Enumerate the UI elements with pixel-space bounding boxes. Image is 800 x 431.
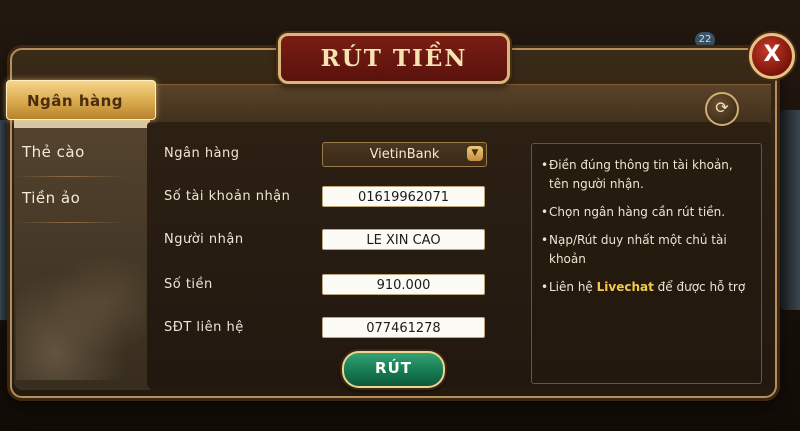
background-badge: 22 [695, 32, 715, 48]
sidebar-decoration [16, 250, 146, 380]
livechat-link[interactable]: Livechat [597, 280, 654, 294]
bank-select-value: VietinBank [369, 147, 440, 162]
tab-tien-ao[interactable]: Tiền ảo [2, 178, 138, 218]
history-button[interactable]: ⟳ [705, 92, 739, 126]
instruction-text: Liên hệ [549, 280, 597, 294]
instructions-box: Điền đúng thông tin tài khoản, tên người… [531, 143, 762, 384]
recipient-label: Người nhận [164, 232, 244, 247]
tab-the-cao[interactable]: Thẻ cào [2, 132, 138, 172]
tab-ngan-hang[interactable]: Ngân hàng [6, 80, 156, 120]
account-number-input[interactable]: 01619962071 [322, 186, 485, 207]
phone-input[interactable]: 077461278 [322, 317, 485, 338]
instruction-text: để được hỗ trợ [653, 280, 746, 294]
dialog-title: RÚT TIỀN [278, 33, 510, 84]
chevron-down-icon: ▼ [467, 146, 483, 161]
amount-label: Số tiền [164, 277, 213, 292]
instruction-item: Chọn ngân hàng cần rút tiền. [541, 203, 751, 222]
phone-label: SĐT liên hệ [164, 320, 244, 335]
account-number-label: Số tài khoản nhận [164, 189, 291, 204]
instruction-item: Điền đúng thông tin tài khoản, tên người… [541, 156, 751, 194]
instruction-item: Liên hệ Livechat để được hỗ trợ [541, 278, 751, 297]
bank-select[interactable]: VietinBank ▼ [322, 142, 487, 167]
instruction-item: Nạp/Rút duy nhất một chủ tài khoản [541, 231, 751, 269]
withdraw-button[interactable]: RÚT [342, 351, 445, 388]
background-right-element [778, 110, 800, 310]
tab-divider [14, 176, 124, 177]
close-icon: X [763, 42, 781, 67]
bank-label: Ngân hàng [164, 146, 240, 161]
recipient-input[interactable]: LE XIN CAO [322, 229, 485, 250]
tab-divider [14, 222, 124, 223]
amount-input[interactable]: 910.000 [322, 274, 485, 295]
history-icon: ⟳ [715, 98, 729, 117]
close-button[interactable]: X [749, 33, 795, 79]
